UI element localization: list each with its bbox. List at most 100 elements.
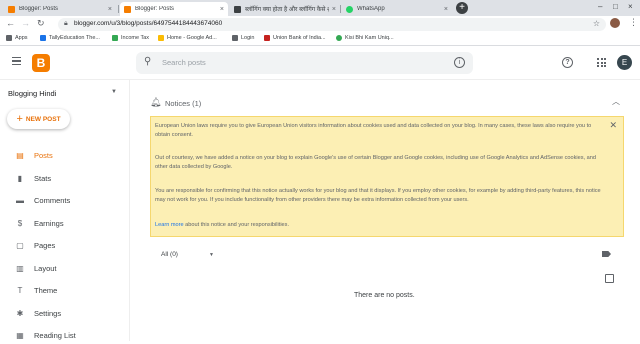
notice-learn-more: Learn more about this notice and your re… [155, 221, 607, 230]
hamburger-menu-icon[interactable] [12, 57, 21, 65]
bookmark-item[interactable]: Home - Google Ad... [158, 35, 217, 41]
search-bar[interactable]: ⚲ Search posts i [136, 52, 473, 74]
sidebar-item-label: Reading List [34, 330, 76, 340]
bookmark-favicon-icon [112, 35, 118, 41]
sidebar-item-label: Stats [34, 173, 52, 183]
sidebar-item-earnings[interactable]: $ Earnings [0, 214, 130, 232]
new-post-label: NEW POST [25, 115, 61, 123]
chevron-down-icon[interactable]: ▼ [209, 252, 214, 258]
sidebar-item-label: Layout [34, 263, 57, 273]
maximize-icon[interactable]: □ [613, 2, 618, 11]
bookmark-star-icon[interactable]: ☆ [593, 19, 600, 28]
bookmark-label: TallyEducation The... [49, 35, 100, 41]
sidebar-item-layout[interactable]: ▥ Layout [0, 259, 130, 277]
browser-menu-icon[interactable]: ⋮ [629, 17, 638, 28]
browser-tab[interactable]: Blogger: Posts × [4, 2, 116, 16]
bookmark-label: Home - Google Ad... [167, 35, 217, 41]
blogger-logo[interactable]: B [32, 54, 50, 72]
account-avatar[interactable]: E [617, 55, 632, 70]
close-window-icon[interactable]: × [628, 2, 633, 11]
pages-icon: ▢ [16, 240, 24, 250]
bookmark-label: Union Bank of India... [273, 35, 326, 41]
tab-title: WhatsApp [357, 6, 385, 12]
reload-icon[interactable]: ↻ [37, 18, 45, 29]
chevron-up-icon[interactable]: ︿ [612, 96, 620, 107]
search-input[interactable]: Search posts [162, 58, 206, 67]
notice-paragraph: You are responsible for confirming that … [155, 188, 601, 203]
new-tab-button[interactable]: + [456, 2, 468, 14]
label-icon[interactable] [602, 251, 611, 257]
tab-title: Blogger: Posts [19, 6, 59, 12]
bookmark-favicon-icon [264, 35, 270, 41]
settings-icon: ✱ [16, 308, 24, 318]
bookmark-item[interactable]: Income Tax [112, 35, 149, 41]
reading-list-icon: ▦ [16, 330, 24, 340]
bookmark-item[interactable]: Kisi Bhi Kam Uniq... [336, 35, 394, 41]
bookmark-favicon-icon [40, 35, 46, 41]
learn-more-link[interactable]: Learn more [155, 222, 184, 228]
address-bar[interactable]: 🔒︎ blogger.com/u/3/blog/posts/6497544184… [58, 18, 606, 31]
close-tab-icon[interactable]: × [332, 6, 336, 13]
browser-tab-active[interactable]: Blogger: Posts × [120, 2, 228, 16]
close-tab-icon[interactable]: × [108, 6, 112, 13]
bookmark-label: Apps [15, 35, 28, 41]
info-icon[interactable]: i [454, 57, 465, 68]
close-tab-icon[interactable]: × [444, 6, 448, 13]
sidebar-item-posts[interactable]: ▤ Posts [0, 146, 130, 164]
bookmark-item[interactable]: Union Bank of India... [264, 35, 326, 41]
help-icon[interactable]: ? [562, 57, 573, 68]
url-text[interactable]: blogger.com/u/3/blog/posts/6497544184443… [74, 20, 222, 27]
search-icon[interactable]: ⚲ [144, 56, 151, 67]
browser-tab[interactable]: WhatsApp × [342, 2, 452, 16]
tab-title: ब्लॉगिंग क्या होता है और ब्लॉगिंग कैसे श… [245, 7, 329, 13]
earnings-icon: $ [17, 218, 23, 228]
sidebar-item-comments[interactable]: ▬ Comments [0, 191, 130, 209]
profile-avatar[interactable] [610, 18, 620, 28]
back-arrow-icon[interactable]: ← [6, 18, 15, 28]
browser-toolbar: ← → ↻ 🔒︎ blogger.com/u/3/blog/posts/6497… [0, 16, 640, 33]
bookmark-favicon-icon [336, 35, 342, 41]
sidebar-item-pages[interactable]: ▢ Pages [0, 236, 130, 254]
new-post-button[interactable]: + NEW POST [7, 109, 70, 129]
select-all-checkbox[interactable] [605, 274, 614, 283]
sidebar-item-label: Settings [34, 308, 62, 318]
google-apps-icon[interactable] [597, 58, 606, 67]
sidebar-item-theme[interactable]: T Theme [0, 281, 130, 299]
empty-posts-message: There are no posts. [354, 292, 415, 299]
posts-filter-dropdown[interactable]: All (0) [161, 251, 178, 258]
sidebar-item-reading-list[interactable]: ▦ Reading List [0, 326, 130, 344]
sidebar-item-label: Theme [34, 285, 58, 295]
learn-more-rest: about this notice and your responsibilit… [183, 222, 290, 228]
close-icon[interactable]: ✕ [609, 120, 617, 131]
comments-icon: ▬ [16, 195, 24, 205]
browser-tab[interactable]: ब्लॉगिंग क्या होता है और ब्लॉगिंग कैसे श… [230, 2, 340, 16]
bookmark-label: Income Tax [121, 35, 150, 41]
notice-paragraph: Out of courtesy, we have added a notice … [155, 155, 596, 170]
sidebar-item-label: Posts [34, 150, 53, 160]
browser-tab-strip: Blogger: Posts × Blogger: Posts × ब्लॉगि… [0, 0, 640, 16]
close-tab-icon[interactable]: × [220, 6, 224, 13]
sidebar-item-settings[interactable]: ✱ Settings [0, 304, 130, 322]
forward-arrow-icon[interactable]: → [21, 18, 30, 28]
blog-name[interactable]: Blogging Hindi [8, 89, 56, 98]
blog-selector-caret-icon[interactable]: ▼ [111, 89, 117, 95]
minimize-icon[interactable]: – [598, 2, 602, 11]
plus-icon: + [16, 113, 23, 125]
tab-separator [118, 5, 119, 13]
bookmark-apps[interactable]: Apps [6, 35, 28, 41]
tab-separator [340, 5, 341, 13]
bookmark-label: Login [241, 35, 255, 41]
apps-grid-icon [6, 35, 12, 41]
cookie-notice-banner: European Union laws require you to give … [150, 116, 624, 237]
bookmark-item[interactable]: Login [232, 35, 254, 41]
sidebar-item-stats[interactable]: ▮ Stats [0, 169, 130, 187]
posts-icon: ▤ [16, 150, 24, 160]
bookmark-favicon-icon [158, 35, 164, 41]
sidebar-item-label: Comments [34, 195, 71, 205]
bookmark-favicon-icon [232, 35, 238, 41]
page-favicon-icon [234, 5, 241, 13]
stats-icon: ▮ [17, 173, 23, 183]
whatsapp-favicon-icon [346, 5, 353, 13]
bookmark-item[interactable]: TallyEducation The... [40, 35, 100, 41]
sidebar-item-label: Earnings [34, 218, 64, 228]
